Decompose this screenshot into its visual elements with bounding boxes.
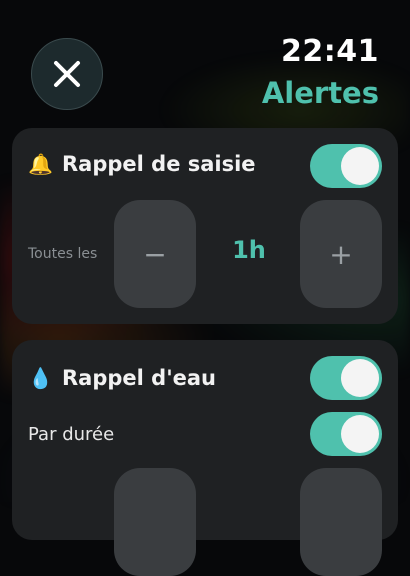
page-title: Alertes	[261, 76, 379, 110]
toggle-knob	[341, 415, 379, 453]
water-reminder-title: Rappel d'eau	[62, 366, 216, 390]
minus-icon: −	[143, 237, 167, 271]
toggle-knob	[341, 147, 379, 185]
entry-reminder-title: Rappel de saisie	[62, 152, 256, 176]
droplet-icon: 💧	[28, 366, 53, 390]
close-icon	[54, 61, 80, 87]
close-button[interactable]	[31, 38, 103, 110]
water-increment-button[interactable]	[300, 468, 382, 576]
interval-value: 1h	[232, 236, 266, 264]
by-duration-label: Par durée	[28, 424, 115, 445]
plus-icon: +	[329, 237, 353, 271]
interval-label: Toutes les	[28, 246, 98, 262]
toggle-knob	[341, 359, 379, 397]
decrement-button[interactable]: −	[114, 200, 196, 308]
clock-time: 22:41	[281, 34, 379, 69]
entry-reminder-card: 🔔 Rappel de saisie Toutes les − 1h +	[12, 128, 398, 324]
entry-reminder-toggle[interactable]	[310, 144, 382, 188]
bell-icon: 🔔	[28, 152, 53, 176]
water-reminder-card: 💧 Rappel d'eau Par durée	[12, 340, 398, 576]
water-reminder-toggle[interactable]	[310, 356, 382, 400]
increment-button[interactable]: +	[300, 200, 382, 308]
water-decrement-button[interactable]	[114, 468, 196, 576]
by-duration-toggle[interactable]	[310, 412, 382, 456]
